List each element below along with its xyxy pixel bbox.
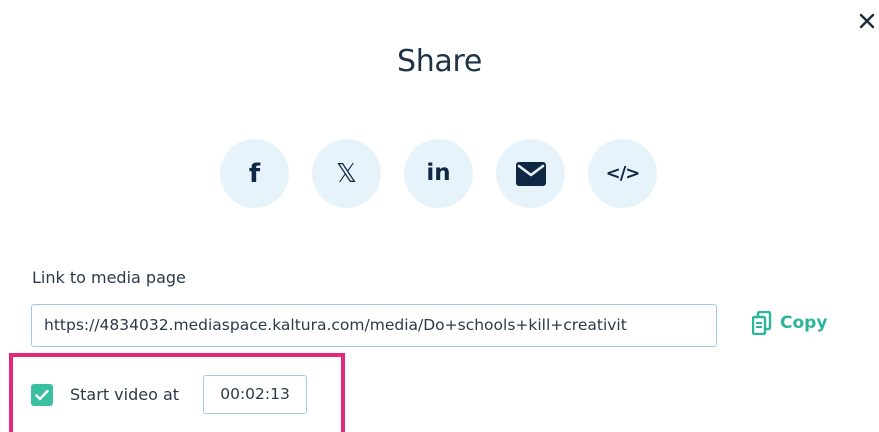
close-button[interactable] — [856, 10, 878, 32]
copy-button[interactable]: Copy — [752, 311, 827, 335]
start-time-field[interactable]: 00:02:13 — [203, 375, 308, 414]
social-share-row: f 𝕏 in </> — [220, 139, 657, 208]
start-video-row: Start video at 00:02:13 — [31, 375, 308, 414]
copy-icon — [752, 311, 772, 335]
embed-share-button[interactable]: </> — [588, 139, 657, 208]
close-icon — [859, 13, 875, 29]
copy-label: Copy — [780, 313, 828, 333]
envelope-icon — [515, 161, 546, 186]
media-link-field[interactable]: https://4834032.mediaspace.kaltura.com/m… — [31, 304, 717, 347]
facebook-icon: f — [248, 158, 261, 189]
start-video-label: Start video at — [70, 385, 180, 404]
start-video-checkbox[interactable] — [31, 383, 53, 406]
share-dialog: Share f 𝕏 in </> Link to media page http… — [0, 0, 879, 432]
link-label: Link to media page — [32, 268, 186, 287]
checkmark-icon — [35, 389, 49, 400]
dialog-title: Share — [396, 44, 483, 79]
email-share-button[interactable] — [496, 139, 565, 208]
x-share-button[interactable]: 𝕏 — [312, 139, 381, 208]
facebook-share-button[interactable]: f — [220, 139, 289, 208]
code-icon: </> — [605, 162, 641, 184]
x-icon: 𝕏 — [336, 158, 357, 189]
linkedin-share-button[interactable]: in — [404, 139, 473, 208]
linkedin-icon: in — [426, 160, 451, 186]
